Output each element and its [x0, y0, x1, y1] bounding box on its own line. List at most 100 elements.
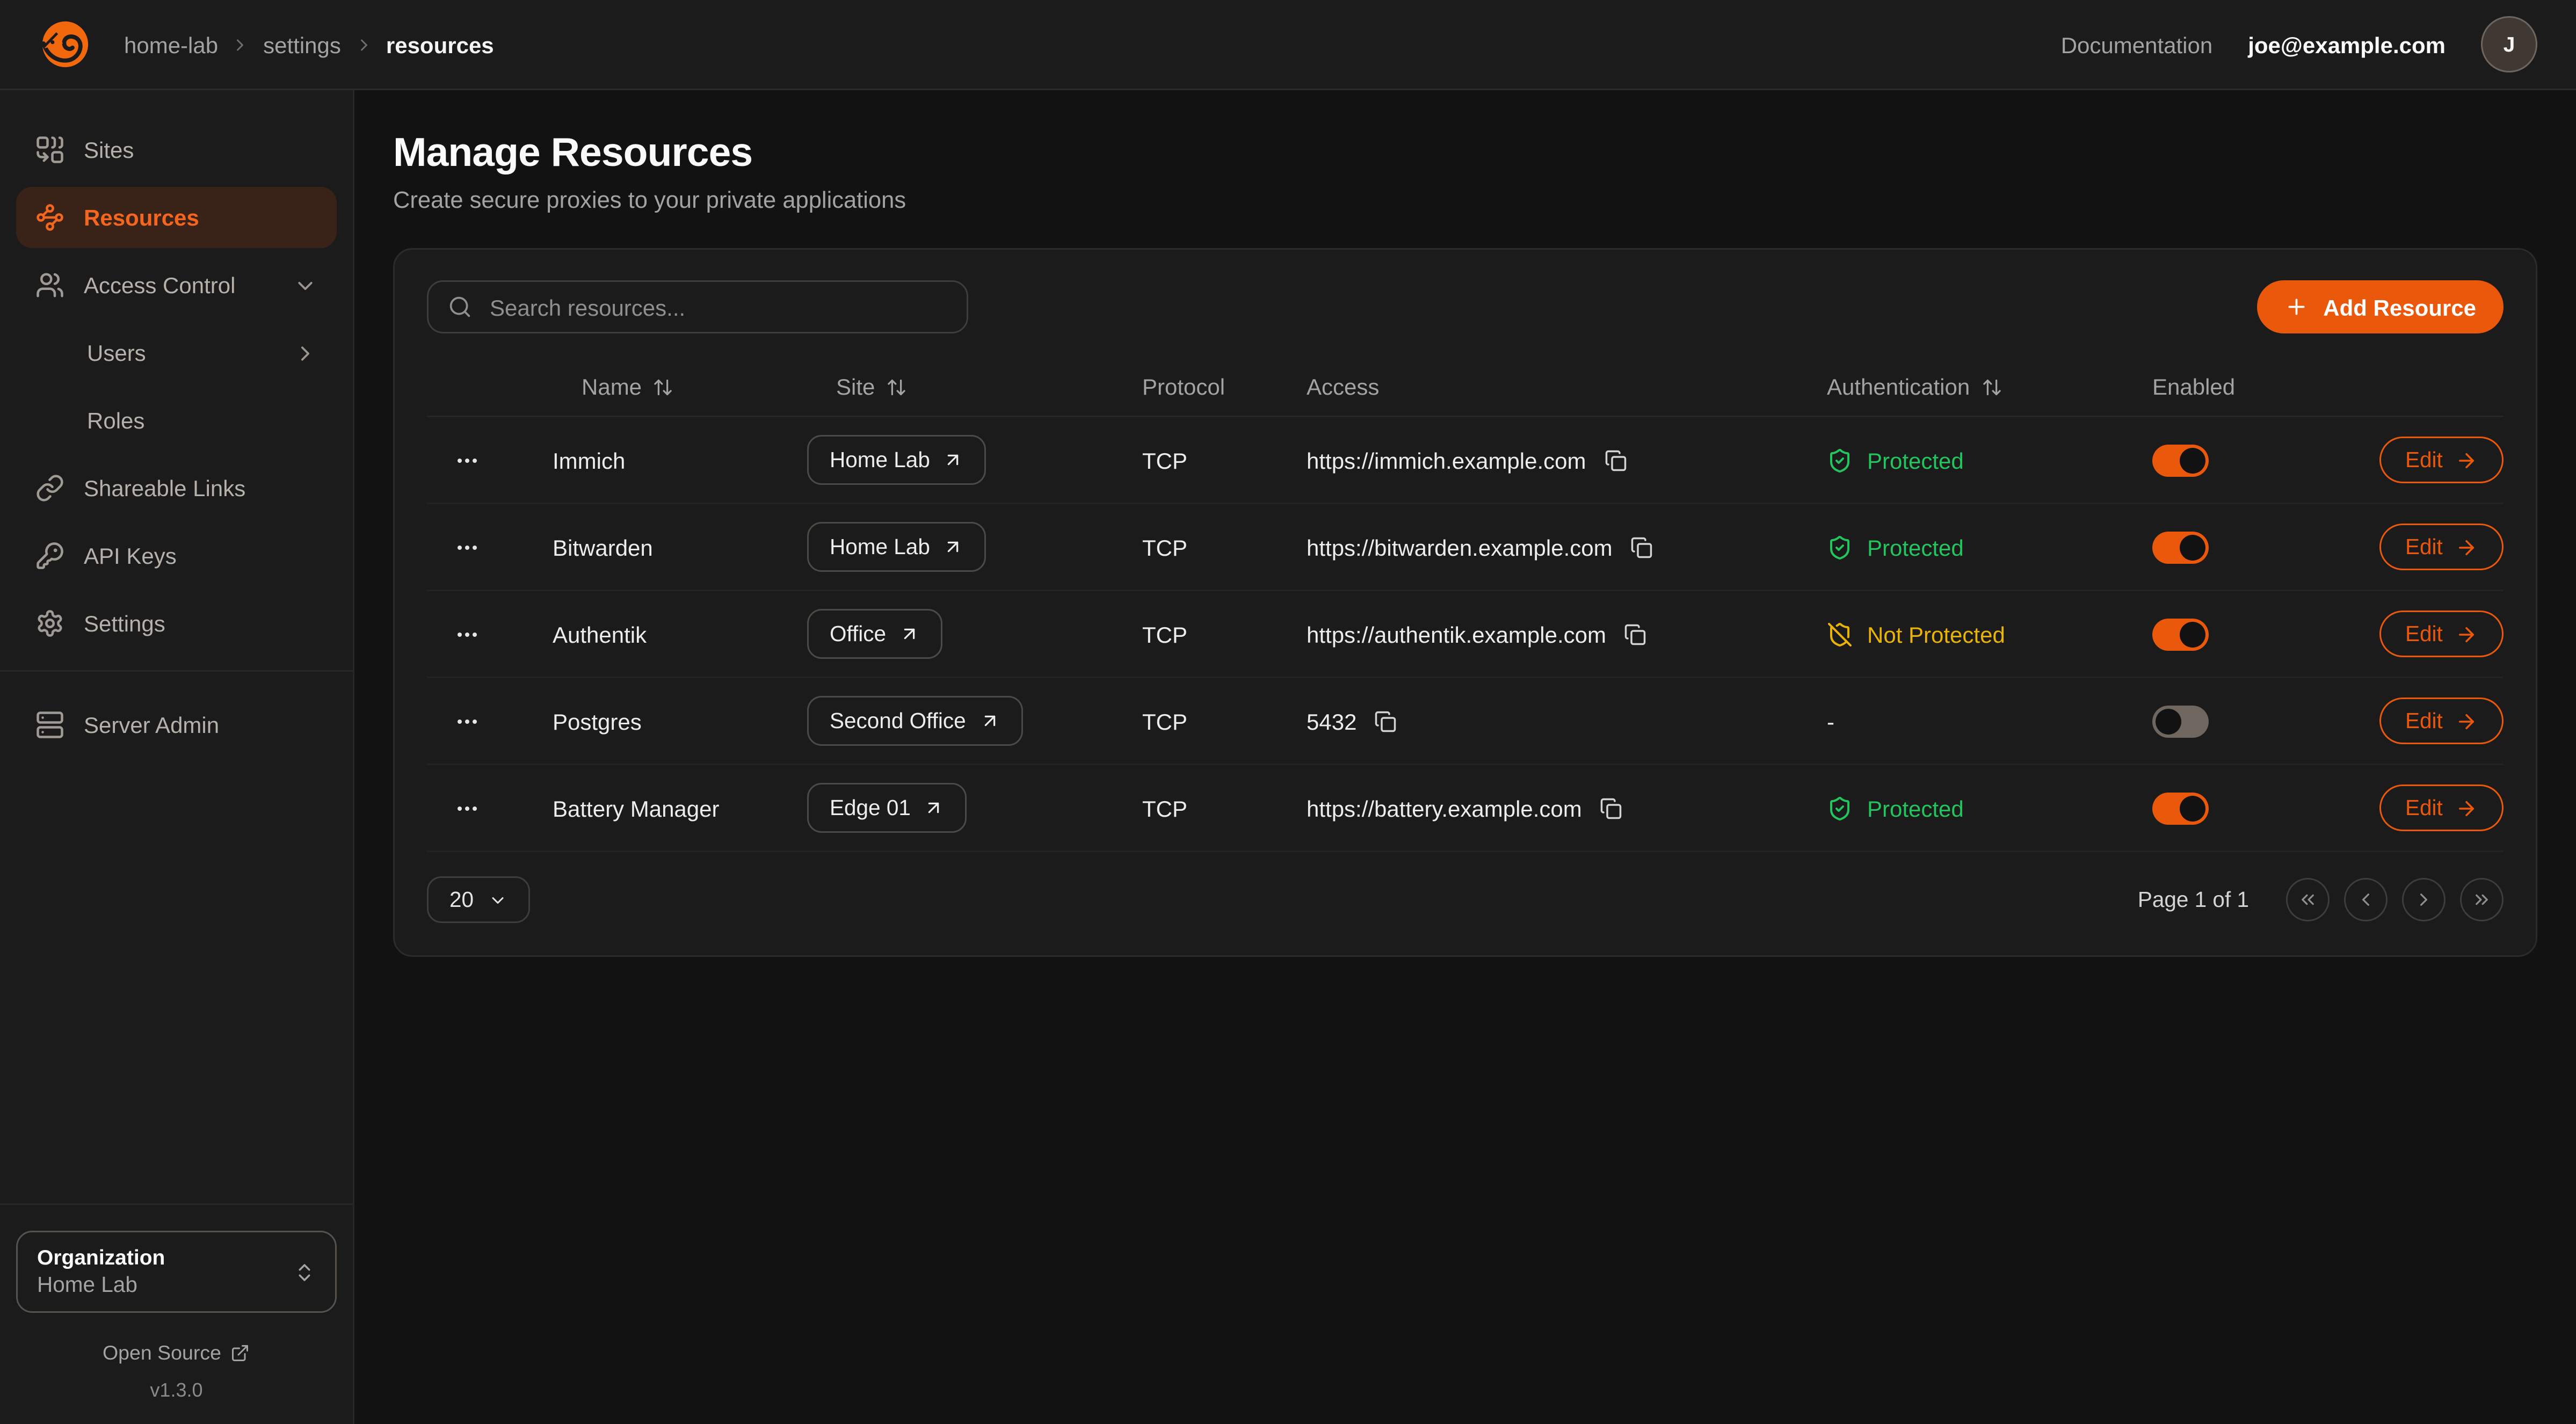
- site-link-button[interactable]: Second Office: [807, 696, 1022, 746]
- auth-status-label: Protected: [1867, 795, 1964, 821]
- resources-card: Add Resource Name Site: [393, 248, 2537, 957]
- column-header-label: Access: [1307, 374, 1379, 399]
- arrow-right-icon: [2456, 536, 2478, 558]
- sidebar-item-label: Users: [87, 340, 146, 366]
- edit-button[interactable]: Edit: [2379, 784, 2504, 831]
- chevrons-up-down-icon: [293, 1261, 316, 1283]
- chevron-down-icon: [293, 273, 317, 297]
- documentation-link[interactable]: Documentation: [2061, 32, 2213, 57]
- breadcrumb-resources[interactable]: resources: [386, 32, 494, 57]
- copy-icon: [1374, 710, 1397, 732]
- column-header-access: Access: [1307, 374, 1827, 399]
- site-link-button[interactable]: Home Lab: [807, 435, 986, 485]
- column-header-site[interactable]: Site: [807, 374, 1142, 399]
- breadcrumb-separator-icon: [231, 35, 250, 54]
- row-actions-menu-button[interactable]: [427, 708, 553, 734]
- organization-selector[interactable]: Organization Home Lab: [16, 1231, 337, 1313]
- toggle-knob: [2180, 534, 2205, 560]
- enabled-toggle[interactable]: [2152, 705, 2209, 737]
- auth-status: Not Protected: [1827, 621, 2152, 647]
- column-header-name[interactable]: Name: [553, 374, 807, 399]
- next-page-button[interactable]: [2402, 878, 2446, 921]
- sidebar-item-roles[interactable]: Roles: [16, 390, 337, 451]
- resource-name: Authentik: [553, 621, 807, 647]
- edit-label: Edit: [2405, 622, 2443, 646]
- sidebar-item-label: API Keys: [84, 543, 177, 569]
- copy-icon: [1604, 449, 1627, 471]
- breadcrumb-settings[interactable]: settings: [263, 32, 341, 57]
- organization-label: Organization: [37, 1244, 293, 1271]
- server-icon: [35, 710, 64, 739]
- enabled-toggle[interactable]: [2152, 618, 2209, 650]
- sidebar-item-server-admin[interactable]: Server Admin: [16, 694, 337, 755]
- edit-button[interactable]: Edit: [2379, 611, 2504, 657]
- access-url: https://bitwarden.example.com: [1307, 534, 1613, 560]
- site-name: Edge 01: [830, 796, 911, 820]
- auth-status-label: -: [1827, 708, 1834, 734]
- auth-status-label: Protected: [1867, 534, 1964, 560]
- enabled-toggle[interactable]: [2152, 531, 2209, 563]
- resources-table: Name Site Protocol Access: [427, 358, 2504, 852]
- copy-button[interactable]: [1600, 797, 1622, 819]
- sidebar-item-access-control[interactable]: Access Control: [16, 255, 337, 316]
- column-header-authentication[interactable]: Authentication: [1827, 374, 2152, 399]
- copy-button[interactable]: [1604, 449, 1627, 471]
- shield-check-icon: [1827, 447, 1853, 473]
- edit-button[interactable]: Edit: [2379, 437, 2504, 483]
- gear-icon: [35, 609, 64, 638]
- column-header-label: Enabled: [2152, 374, 2235, 399]
- last-page-button[interactable]: [2460, 878, 2504, 921]
- edit-button[interactable]: Edit: [2379, 698, 2504, 744]
- user-email[interactable]: joe@example.com: [2248, 32, 2446, 57]
- row-actions-menu-button[interactable]: [427, 534, 553, 560]
- toggle-knob: [2180, 795, 2205, 821]
- sidebar-item-shareable-links[interactable]: Shareable Links: [16, 457, 337, 519]
- sidebar-item-api-keys[interactable]: API Keys: [16, 525, 337, 586]
- first-page-button[interactable]: [2286, 878, 2330, 921]
- table-header-row: Name Site Protocol Access: [427, 358, 2504, 417]
- breadcrumb-home-lab[interactable]: home-lab: [124, 32, 218, 57]
- sidebar-item-settings[interactable]: Settings: [16, 593, 337, 654]
- enabled-toggle[interactable]: [2152, 444, 2209, 476]
- open-source-link[interactable]: Open Source: [16, 1342, 337, 1364]
- copy-button[interactable]: [1630, 536, 1653, 558]
- previous-page-button[interactable]: [2344, 878, 2388, 921]
- sidebar-item-label: Shareable Links: [84, 475, 245, 501]
- copy-icon: [1624, 623, 1646, 645]
- add-resource-button[interactable]: Add Resource: [2257, 280, 2504, 333]
- row-actions-menu-button[interactable]: [427, 795, 553, 821]
- users-group-icon: [35, 271, 64, 300]
- search-input[interactable]: [487, 293, 947, 322]
- protocol: TCP: [1142, 795, 1307, 821]
- table-row: Battery ManagerEdge 01TCPhttps://battery…: [427, 765, 2504, 852]
- edit-label: Edit: [2405, 448, 2443, 472]
- edit-label: Edit: [2405, 709, 2443, 733]
- row-actions-menu-button[interactable]: [427, 447, 553, 473]
- copy-button[interactable]: [1374, 710, 1397, 732]
- access-url: https://authentik.example.com: [1307, 621, 1606, 647]
- site-link-button[interactable]: Office: [807, 609, 942, 659]
- site-link-button[interactable]: Edge 01: [807, 783, 967, 833]
- row-actions-menu-button[interactable]: [427, 621, 553, 647]
- pagination-bar: 20 Page 1 of 1: [427, 876, 2504, 923]
- arrow-up-right-icon: [943, 536, 964, 557]
- column-header-label: Protocol: [1142, 374, 1225, 399]
- sort-icon: [653, 376, 674, 397]
- page-size-select[interactable]: 20: [427, 876, 530, 923]
- access-url: 5432: [1307, 708, 1356, 734]
- sidebar-item-users[interactable]: Users: [16, 322, 337, 383]
- arrow-up-right-icon: [943, 449, 964, 470]
- site-link-button[interactable]: Home Lab: [807, 522, 986, 572]
- sidebar-item-sites[interactable]: Sites: [16, 119, 337, 180]
- avatar[interactable]: J: [2481, 16, 2537, 72]
- sidebar-item-resources[interactable]: Resources: [16, 187, 337, 248]
- open-source-label: Open Source: [103, 1342, 221, 1364]
- page-title: Manage Resources: [393, 130, 2537, 177]
- enabled-toggle[interactable]: [2152, 792, 2209, 824]
- edit-label: Edit: [2405, 796, 2443, 820]
- topbar: home-lab settings resources Documentatio…: [0, 0, 2576, 90]
- edit-button[interactable]: Edit: [2379, 524, 2504, 570]
- sidebar-item-label: Settings: [84, 611, 165, 636]
- protocol: TCP: [1142, 621, 1307, 647]
- copy-button[interactable]: [1624, 623, 1646, 645]
